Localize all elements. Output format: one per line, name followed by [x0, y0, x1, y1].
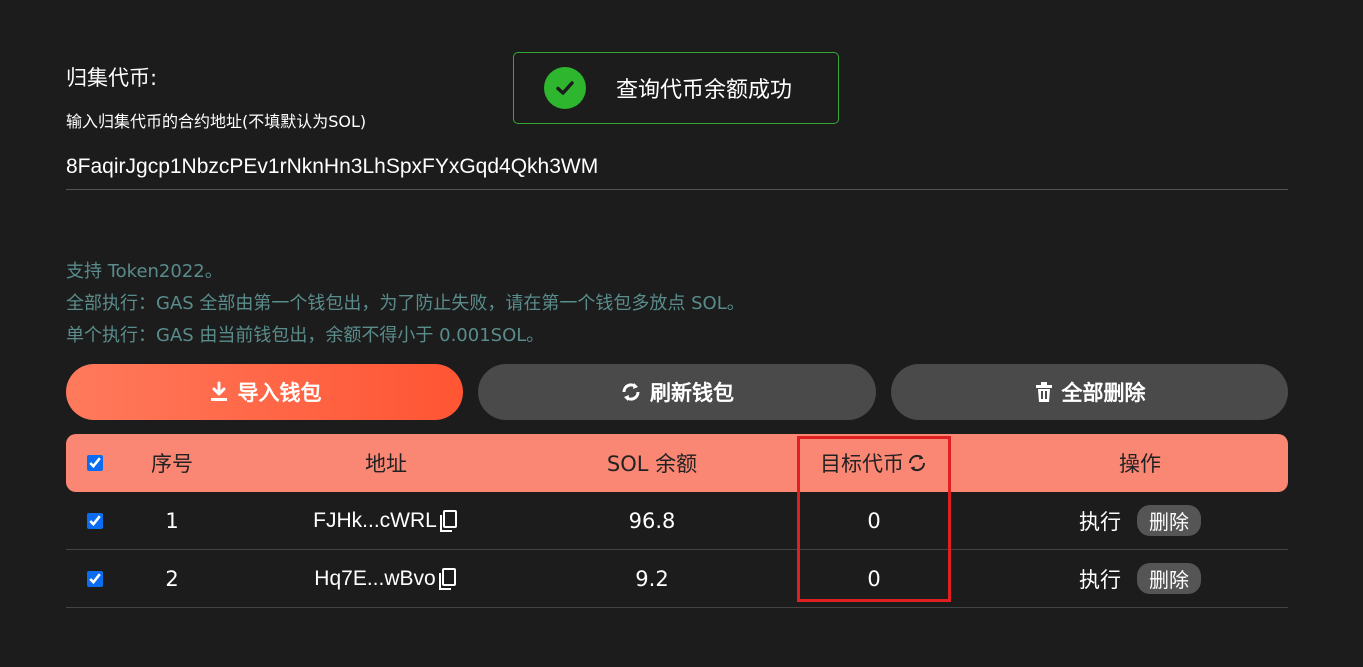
row-checkbox[interactable] [87, 570, 103, 587]
refresh-icon [622, 383, 640, 401]
row-sol-balance: 9.2 [635, 566, 669, 591]
row-checkbox-cell [80, 550, 110, 607]
header-index: 序号 [151, 452, 193, 476]
copy-icon[interactable] [439, 509, 459, 533]
token-section-title: 归集代币: [66, 66, 158, 90]
delete-all-label: 全部删除 [1061, 381, 1146, 405]
refresh-icon[interactable] [906, 452, 928, 474]
table-row: 2 Hq7E...wBvo 9.2 0 执行 删除 [66, 550, 1288, 608]
toast-message: 查询代币余额成功 [616, 78, 793, 103]
row-checkbox-cell [80, 492, 110, 549]
execute-button[interactable]: 执行 [1079, 564, 1121, 594]
note-execute-single: 单个执行：GAS 由当前钱包出，余额不得小于 0.001SOL。 [66, 325, 545, 346]
delete-all-button[interactable]: 全部删除 [891, 364, 1288, 420]
copy-icon[interactable] [438, 567, 458, 591]
row-index: 2 [165, 566, 179, 591]
check-circle-icon [544, 67, 586, 109]
row-actions: 执行 删除 [1040, 550, 1240, 607]
refresh-wallet-button[interactable]: 刷新钱包 [478, 364, 876, 420]
token-address-hint: 输入归集代币的合约地址(不填默认为SOL) [66, 112, 367, 131]
page: 归集代币: 输入归集代币的合约地址(不填默认为SOL) 查询代币余额成功 支持 … [0, 0, 1363, 667]
success-toast: 查询代币余额成功 [513, 52, 839, 124]
header-target-token: 目标代币 [796, 434, 952, 492]
refresh-wallet-label: 刷新钱包 [650, 381, 734, 405]
row-sol-balance: 96.8 [628, 508, 676, 533]
token-address-input[interactable] [66, 144, 1288, 190]
import-wallet-button[interactable]: 导入钱包 [66, 364, 463, 420]
select-all-cell [80, 434, 110, 492]
header-sol-balance: SOL 余额 [606, 452, 698, 476]
header-target-token-label: 目标代币 [820, 452, 904, 476]
row-address-text: Hq7E...wBvo [314, 566, 436, 590]
table-header: 序号 地址 SOL 余额 目标代币 操作 [66, 434, 1288, 492]
execute-button[interactable]: 执行 [1079, 506, 1121, 536]
row-address-text: FJHk...cWRL [313, 508, 437, 532]
note-token2022: 支持 Token2022。 [66, 261, 223, 282]
row-checkbox[interactable] [87, 512, 103, 529]
table-row: 1 FJHk...cWRL 96.8 0 执行 删除 [66, 492, 1288, 550]
header-actions: 操作 [1119, 452, 1161, 476]
header-address: 地址 [365, 452, 407, 476]
select-all-checkbox[interactable] [87, 455, 103, 471]
notes: 支持 Token2022。 全部执行：GAS 全部由第一个钱包出，为了防止失败，… [66, 256, 745, 352]
row-address: FJHk...cWRL [286, 492, 486, 549]
note-execute-all: 全部执行：GAS 全部由第一个钱包出，为了防止失败，请在第一个钱包多放点 SOL… [66, 293, 745, 314]
download-icon [210, 381, 227, 401]
row-actions: 执行 删除 [1040, 492, 1240, 549]
row-target-token: 0 [867, 566, 881, 591]
delete-button[interactable]: 删除 [1137, 563, 1201, 594]
wallet-table: 序号 地址 SOL 余额 目标代币 操作 1 FJHk...cWRL 96.8 … [66, 434, 1288, 608]
import-wallet-label: 导入钱包 [237, 381, 322, 405]
row-index: 1 [165, 508, 179, 533]
trash-icon [1035, 382, 1052, 402]
row-address: Hq7E...wBvo [286, 550, 486, 607]
delete-button[interactable]: 删除 [1137, 505, 1201, 536]
row-target-token: 0 [867, 508, 881, 533]
